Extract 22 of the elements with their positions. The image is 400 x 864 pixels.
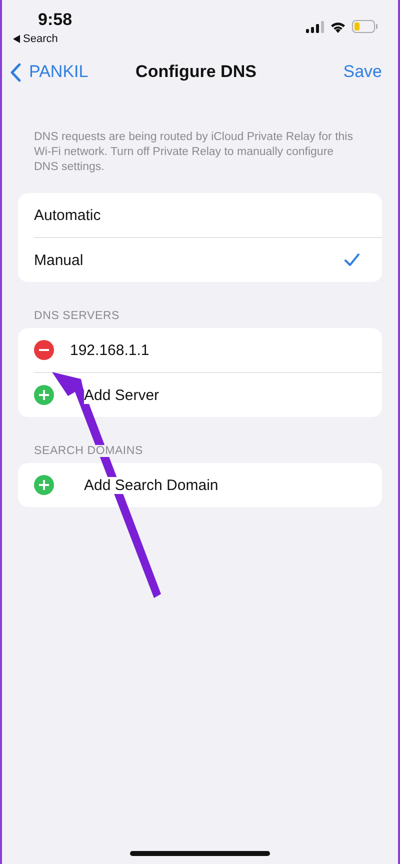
- back-triangle-icon: [13, 35, 20, 43]
- back-button[interactable]: PANKIL: [10, 62, 88, 82]
- save-button[interactable]: Save: [343, 62, 382, 82]
- signal-icon: [306, 20, 324, 32]
- mode-option[interactable]: Manual: [34, 237, 382, 282]
- add-link[interactable]: Add Server: [84, 386, 162, 404]
- wifi-icon: [330, 20, 346, 32]
- section-header: SEARCH DOMAINS: [34, 445, 143, 457]
- back-to-app-link[interactable]: Search: [23, 33, 58, 45]
- relay-note: DNS requests are being routed by iCloud Private Relay for this Wi-Fi network. Turn off Private Relay to manually configure DNS settings.: [34, 130, 354, 175]
- screen-title: Configure DNS: [136, 62, 256, 82]
- add-link[interactable]: Add Search Domain: [84, 476, 220, 494]
- add-icon[interactable]: [34, 475, 54, 495]
- battery-icon: [352, 20, 378, 33]
- section-header: DNS SERVERS: [34, 310, 120, 322]
- chevron-left-icon: [10, 62, 21, 82]
- add-icon[interactable]: [34, 385, 54, 405]
- mode-option[interactable]: Automatic: [18, 193, 382, 237]
- status-time: 9:58: [37, 10, 72, 30]
- checkmark-icon: [344, 253, 360, 267]
- server-address: 192.168.1.1: [70, 342, 152, 358]
- remove-icon[interactable]: [34, 340, 54, 360]
